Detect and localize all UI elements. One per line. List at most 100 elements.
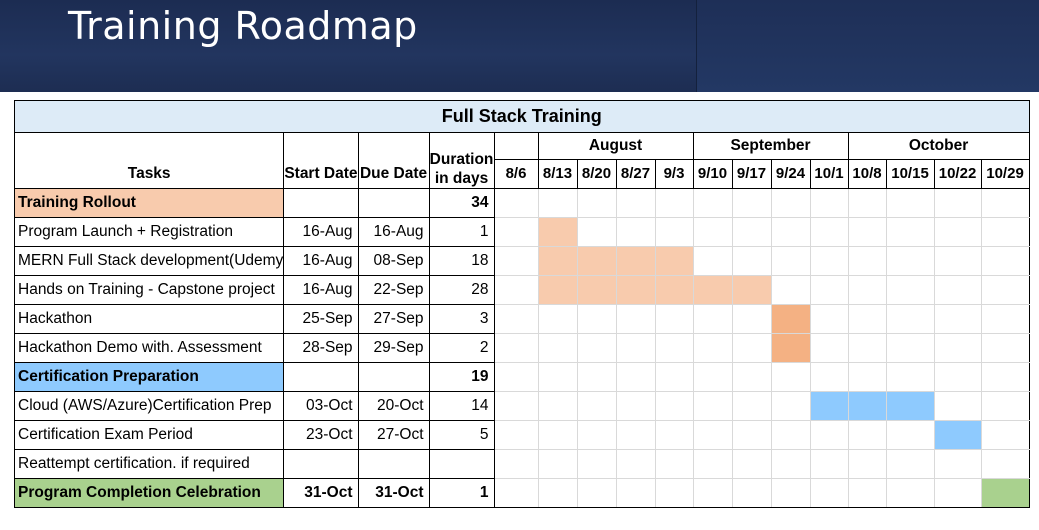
gantt-cell — [809, 217, 849, 247]
gantt-cell — [770, 362, 811, 392]
gantt-cell — [615, 478, 656, 508]
gantt-cell — [731, 449, 772, 479]
header-duration-line1: Duration — [429, 151, 494, 168]
gantt-cell — [537, 188, 578, 218]
gantt-cell — [576, 304, 617, 334]
gantt-cell — [809, 449, 849, 479]
due-date — [357, 362, 430, 392]
gantt-cell — [493, 246, 539, 276]
gantt-cell — [731, 304, 772, 334]
gantt-bar-cell — [770, 304, 811, 334]
gantt-cell — [692, 478, 733, 508]
month-september: September — [692, 132, 849, 160]
gantt-cell — [731, 246, 772, 276]
gantt-cell — [692, 449, 733, 479]
task-name: Hackathon — [13, 304, 285, 334]
gantt-cell — [615, 217, 656, 247]
gantt-cell — [615, 188, 656, 218]
gantt-cell — [692, 391, 733, 421]
gantt-cell — [933, 333, 982, 363]
gantt-cell — [980, 333, 1030, 363]
gantt-cell — [770, 420, 811, 450]
gantt-sheet: Full Stack Training Tasks Start Date Due… — [13, 100, 1030, 508]
table-row: Hands on Training - Capstone project 16-A… — [13, 275, 1030, 305]
gantt-cell — [933, 449, 982, 479]
week-header: 10/8 — [847, 159, 887, 189]
gantt-cell — [731, 420, 772, 450]
gantt-cell — [537, 391, 578, 421]
week-header: 9/24 — [770, 159, 811, 189]
gantt-cell — [770, 391, 811, 421]
gantt-cell — [770, 188, 811, 218]
gantt-cell — [692, 420, 733, 450]
header-start-date: Start Date — [283, 132, 359, 189]
gantt-bar-cell — [692, 275, 733, 305]
task-name: Certification Preparation — [13, 362, 285, 392]
gantt-cell — [847, 362, 887, 392]
gantt-cell — [537, 478, 578, 508]
gantt-cell — [692, 217, 733, 247]
gantt-bar-cell — [537, 246, 578, 276]
gantt-bar-cell — [847, 391, 887, 421]
start-date: 23-Oct — [283, 420, 359, 450]
gantt-bar-cell — [809, 391, 849, 421]
gantt-bar-cell — [654, 246, 694, 276]
gantt-cell — [493, 304, 539, 334]
duration-days — [428, 449, 495, 479]
gantt-cell — [980, 449, 1030, 479]
banner-right-panel — [696, 0, 1039, 92]
gantt-cell — [933, 217, 982, 247]
duration-days: 19 — [428, 362, 495, 392]
due-date — [357, 449, 430, 479]
slide-title: Training Roadmap — [68, 4, 418, 48]
gantt-cell — [980, 217, 1030, 247]
table-row: Training Rollout 34 — [13, 188, 1030, 218]
gantt-bar-cell — [654, 275, 694, 305]
duration-days: 18 — [428, 246, 495, 276]
gantt-cell — [980, 304, 1030, 334]
gantt-cell — [847, 275, 887, 305]
gantt-cell — [537, 420, 578, 450]
gantt-bar-cell — [576, 275, 617, 305]
gantt-cell — [654, 449, 694, 479]
gantt-cell — [809, 478, 849, 508]
gantt-cell — [576, 478, 617, 508]
header-duration: Duration in days — [428, 132, 495, 189]
gantt-cell — [615, 420, 656, 450]
gantt-cell — [980, 391, 1030, 421]
gantt-cell — [493, 275, 539, 305]
start-date: 25-Sep — [283, 304, 359, 334]
gantt-cell — [654, 333, 694, 363]
task-name: Training Rollout — [13, 188, 285, 218]
gantt-cell — [933, 478, 982, 508]
gantt-cell — [576, 333, 617, 363]
gantt-cell — [847, 304, 887, 334]
gantt-cell — [885, 304, 935, 334]
gantt-cell — [692, 362, 733, 392]
gantt-cell — [933, 275, 982, 305]
gantt-cell — [576, 362, 617, 392]
week-header: 10/29 — [980, 159, 1030, 189]
month-october: October — [847, 132, 1030, 160]
gantt-bar-cell — [537, 217, 578, 247]
duration-days: 5 — [428, 420, 495, 450]
start-date: 31-Oct — [283, 478, 359, 508]
task-name: Reattempt certification. if required — [13, 449, 285, 479]
gantt-cell — [933, 246, 982, 276]
gantt-cell — [770, 275, 811, 305]
gantt-cell — [493, 188, 539, 218]
start-date: 16-Aug — [283, 217, 359, 247]
gantt-cell — [847, 420, 887, 450]
gantt-cell — [980, 188, 1030, 218]
gantt-cell — [980, 275, 1030, 305]
duration-days: 34 — [428, 188, 495, 218]
gantt-bar-cell — [980, 478, 1030, 508]
gantt-cell — [885, 217, 935, 247]
start-date: 03-Oct — [283, 391, 359, 421]
week-header: 9/10 — [692, 159, 733, 189]
gantt-cell — [885, 275, 935, 305]
gantt-cell — [731, 217, 772, 247]
start-date: 28-Sep — [283, 333, 359, 363]
gantt-cell — [770, 449, 811, 479]
gantt-cell — [933, 188, 982, 218]
